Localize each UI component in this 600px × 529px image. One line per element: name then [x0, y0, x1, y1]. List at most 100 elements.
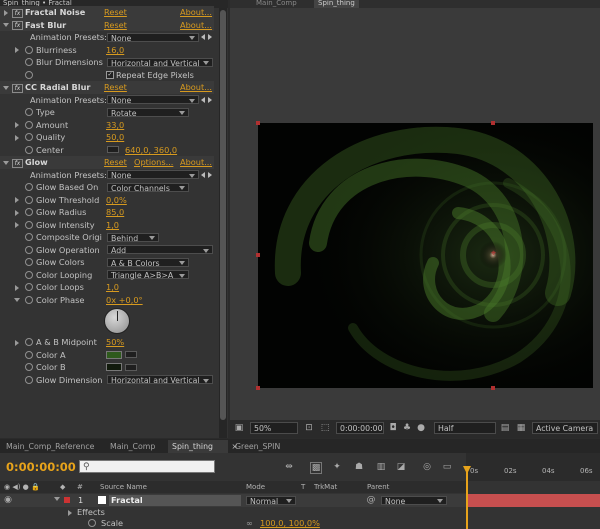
draft-3d-icon[interactable]: ✦ [332, 462, 342, 472]
expand-triangle-icon[interactable] [4, 9, 8, 16]
expand-triangle-icon[interactable] [15, 209, 19, 216]
color-channel-icon[interactable]: ● [416, 423, 426, 433]
always-preview-icon[interactable]: ▣ [234, 423, 244, 433]
color-b-swatch[interactable] [106, 363, 122, 371]
graph-editor-icon[interactable]: ◎ [422, 462, 432, 472]
stopwatch-icon[interactable] [25, 108, 33, 116]
stopwatch-icon[interactable] [25, 233, 33, 241]
layer-handle[interactable] [256, 121, 260, 125]
blurriness-value[interactable]: 16,0 [106, 44, 124, 57]
timeline-tab-main-comp-reference[interactable]: Main_Comp_Reference [2, 440, 98, 453]
effect-fast-blur[interactable]: fx Fast Blur Reset About... [0, 18, 214, 31]
effects-row[interactable]: Effects [0, 507, 466, 518]
fx-toggle-icon[interactable]: fx [12, 83, 23, 93]
animation-presets-dropdown[interactable]: None [107, 95, 199, 105]
reset-link[interactable]: Reset [104, 6, 127, 19]
reset-link[interactable]: Reset [104, 156, 127, 169]
composite-dropdown[interactable]: Behind [107, 232, 159, 243]
expand-triangle-icon[interactable] [15, 284, 19, 291]
amount-value[interactable]: 33,0 [106, 119, 124, 132]
color-looping-dropdown[interactable]: Triangle A>B>A [107, 270, 189, 280]
stopwatch-icon[interactable] [88, 519, 96, 527]
stopwatch-icon[interactable] [25, 363, 33, 371]
expand-triangle-icon[interactable] [15, 222, 19, 228]
constrain-link-icon[interactable]: ∞ [246, 518, 253, 529]
layer-handle[interactable] [256, 386, 260, 390]
blend-mode-dropdown[interactable]: Normal [246, 495, 296, 506]
resolution-dropdown[interactable]: Half [434, 422, 496, 434]
region-of-interest-icon[interactable]: ⬚ [320, 423, 330, 433]
next-preset-icon[interactable] [208, 171, 212, 178]
animation-presets-dropdown[interactable]: None [107, 32, 199, 43]
timeline-tab-main-comp[interactable]: Main_Comp [106, 440, 159, 453]
stopwatch-icon[interactable] [25, 208, 33, 216]
quality-value[interactable]: 50,0 [106, 131, 124, 144]
expand-triangle-icon[interactable] [15, 47, 19, 53]
stopwatch-icon[interactable] [25, 258, 33, 266]
animation-presets-dropdown[interactable]: None [107, 170, 199, 180]
stopwatch-icon[interactable] [25, 295, 33, 304]
effect-fractal-noise[interactable]: fx Fractal Noise Reset About... [0, 6, 214, 19]
collapse-triangle-icon[interactable] [3, 85, 9, 90]
eye-icon[interactable]: ◉ [3, 495, 13, 505]
layer-handle[interactable] [491, 121, 495, 125]
collapse-triangle-icon[interactable] [3, 23, 9, 27]
collapse-triangle-icon[interactable] [54, 497, 60, 501]
timeline-tab-green-spin[interactable]: Green_SPIN [231, 440, 284, 453]
motion-blur-icon[interactable]: ◪ [396, 462, 406, 472]
time-ruler[interactable]: 0s 02s 04s 06s [466, 453, 600, 481]
scale-value[interactable]: 100,0, 100,0% [260, 518, 320, 529]
stopwatch-icon[interactable] [25, 338, 33, 346]
stopwatch-icon[interactable] [25, 245, 33, 254]
stopwatch-icon[interactable] [25, 195, 33, 204]
comp-switch-icon[interactable]: ▩ [310, 462, 322, 474]
show-snapshot-icon[interactable]: ♣ [402, 423, 412, 433]
center-value[interactable]: 640,0, 360,0 [125, 144, 177, 157]
collapse-triangle-icon[interactable] [3, 160, 9, 165]
stopwatch-icon[interactable] [25, 350, 33, 359]
mini-flowchart-icon[interactable]: ⇹ [284, 462, 294, 472]
expand-triangle-icon[interactable] [15, 197, 19, 203]
stopwatch-icon[interactable] [25, 133, 33, 141]
camera-dropdown[interactable]: Active Camera [532, 422, 598, 434]
layer-search-input[interactable]: ⚲ [79, 460, 215, 473]
parent-dropdown[interactable]: None [381, 495, 447, 506]
prev-preset-icon[interactable] [201, 171, 205, 178]
stopwatch-icon[interactable] [25, 220, 33, 229]
color-a-swatch[interactable] [106, 350, 122, 359]
fit-icon[interactable]: ⊡ [304, 423, 314, 433]
layer-duration-bar[interactable] [468, 494, 600, 507]
stopwatch-icon[interactable] [25, 145, 33, 154]
layer-row[interactable]: ◉ 1 Fractal Normal @ None [0, 494, 466, 507]
ab-midpoint-value[interactable]: 50% [106, 336, 124, 349]
composition-canvas[interactable]: ⌖ [258, 123, 593, 388]
pick-whip-icon[interactable]: @ [366, 495, 376, 505]
stopwatch-icon[interactable] [25, 70, 33, 79]
viewer-tab-spin-thing[interactable]: Spin_thing [314, 0, 359, 8]
about-link[interactable]: About... [180, 6, 212, 19]
snapshot-icon[interactable]: ◘ [388, 423, 398, 433]
transparency-grid-icon[interactable]: ▦ [516, 423, 526, 433]
eyedropper-icon[interactable] [125, 363, 137, 371]
crosshair-icon[interactable] [107, 146, 119, 153]
color-phase-value[interactable]: 0x +0,0° [106, 294, 143, 307]
fx-toggle-icon[interactable]: fx [12, 158, 23, 168]
glow-colors-dropdown[interactable]: A & B Colors [107, 257, 189, 268]
col-source-name[interactable]: Source Name [100, 481, 147, 493]
options-link[interactable]: Options... [134, 156, 173, 169]
prev-preset-icon[interactable] [201, 96, 205, 103]
color-phase-dial[interactable] [104, 308, 130, 334]
stopwatch-icon[interactable] [25, 283, 33, 291]
layer-name[interactable]: Fractal [109, 495, 241, 506]
glow-intensity-value[interactable]: 1,0 [106, 219, 119, 232]
glow-radius-value[interactable]: 85,0 [106, 206, 124, 219]
stopwatch-icon[interactable] [25, 375, 33, 384]
playhead-icon[interactable] [463, 466, 471, 474]
shy-layers-icon[interactable]: ☗ [354, 462, 364, 472]
fx-toggle-icon[interactable]: fx [12, 21, 23, 30]
expand-triangle-icon[interactable] [15, 122, 19, 128]
label-color-icon[interactable] [64, 497, 70, 503]
reset-link[interactable]: Reset [104, 81, 127, 94]
effect-glow[interactable]: fx Glow Reset Options... About... [0, 156, 214, 169]
about-link[interactable]: About... [180, 81, 212, 94]
